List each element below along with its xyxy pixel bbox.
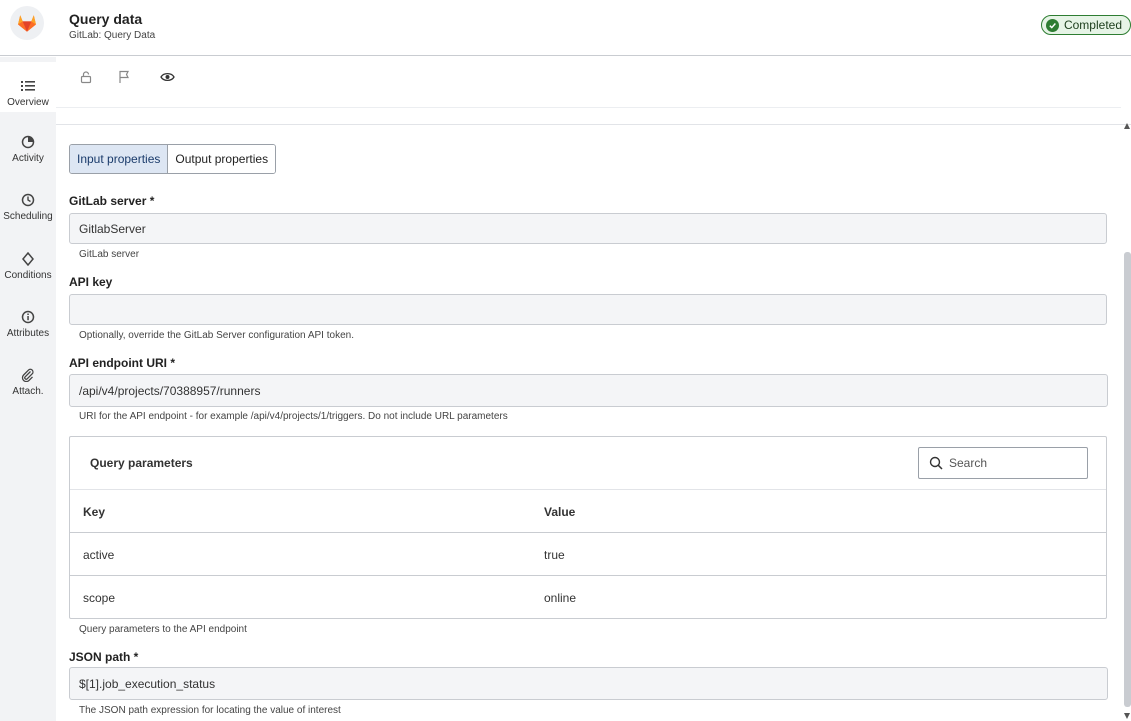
paperclip-icon	[21, 367, 35, 383]
sidebar-item-activity[interactable]: Activity	[0, 134, 56, 186]
property-tabs: Input properties Output properties	[69, 144, 277, 174]
scrollbar-thumb[interactable]	[1124, 252, 1131, 707]
api-key-label: API key	[69, 275, 113, 289]
sidebar-item-attributes[interactable]: Attributes	[0, 309, 56, 361]
endpoint-label: API endpoint URI *	[69, 356, 175, 370]
scroll-up-arrow-icon[interactable]	[1123, 118, 1131, 129]
sidebar-item-attachments[interactable]: Attach.	[0, 367, 56, 419]
endpoint-help: URI for the API endpoint - for example /…	[79, 411, 508, 422]
server-help: GitLab server	[79, 249, 140, 260]
diamond-icon	[22, 251, 34, 267]
row-value: true	[544, 548, 565, 562]
api-key-field[interactable]	[69, 294, 1107, 325]
gitlab-logo-icon	[10, 6, 44, 40]
list-icon	[21, 78, 35, 94]
tab-input-properties[interactable]: Input properties	[70, 145, 169, 173]
sidebar-item-label: Attach.	[12, 386, 44, 397]
row-key: scope	[83, 591, 116, 605]
table-row[interactable]: scope online	[70, 576, 1106, 619]
pie-chart-icon	[21, 134, 35, 150]
query-params-help: Query parameters to the API endpoint	[79, 624, 247, 635]
page-subtitle: GitLab: Query Data	[69, 30, 156, 41]
sidebar-item-scheduling[interactable]: Scheduling	[0, 192, 56, 244]
json-path-field[interactable]: $[1].job_execution_status	[69, 667, 1108, 700]
sidebar-item-label: Conditions	[4, 270, 52, 281]
eye-icon[interactable]	[159, 69, 175, 85]
json-path-help: The JSON path expression for locating th…	[79, 705, 341, 716]
sidebar-item-overview[interactable]: Overview	[0, 62, 56, 112]
query-params-panel: Query parameters Search Key Value active…	[69, 436, 1107, 619]
lock-icon[interactable]	[78, 69, 94, 85]
toolbar	[56, 57, 1131, 109]
table-row[interactable]: active true	[70, 533, 1106, 576]
server-label: GitLab server *	[69, 194, 155, 208]
info-icon	[21, 309, 35, 325]
divider	[56, 107, 1121, 108]
column-header-key: Key	[83, 505, 106, 519]
server-field[interactable]: GitlabServer	[69, 213, 1107, 244]
search-icon	[929, 456, 943, 470]
clock-icon	[21, 192, 35, 208]
sidebar: Overview Activity Scheduling Conditions …	[0, 57, 56, 721]
row-value: online	[544, 591, 577, 605]
query-params-title: Query parameters	[90, 456, 193, 470]
json-path-label: JSON path *	[69, 650, 139, 664]
sidebar-item-label: Scheduling	[3, 211, 53, 222]
tab-output-properties[interactable]: Output properties	[168, 145, 276, 173]
api-key-help: Optionally, override the GitLab Server c…	[79, 330, 354, 341]
check-circle-icon	[1045, 18, 1059, 32]
scroll-down-arrow-icon[interactable]	[1123, 708, 1131, 719]
page-title: Query data	[69, 11, 143, 27]
divider	[56, 124, 1131, 125]
row-key: active	[83, 548, 115, 562]
endpoint-field[interactable]: /api/v4/projects/70388957/runners	[69, 374, 1108, 407]
search-input[interactable]: Search	[918, 447, 1088, 479]
status-text: Completed	[1063, 18, 1122, 32]
sidebar-item-label: Overview	[7, 97, 49, 108]
header: Query data GitLab: Query Data Completed	[0, 0, 1131, 56]
column-header-value: Value	[544, 505, 576, 519]
sidebar-item-conditions[interactable]: Conditions	[0, 251, 56, 303]
table-header: Key Value	[70, 489, 1106, 533]
sidebar-item-label: Activity	[12, 153, 44, 164]
flag-icon[interactable]	[116, 69, 132, 85]
status-badge: Completed	[1040, 15, 1131, 35]
sidebar-item-label: Attributes	[6, 328, 50, 339]
search-placeholder: Search	[949, 456, 988, 470]
